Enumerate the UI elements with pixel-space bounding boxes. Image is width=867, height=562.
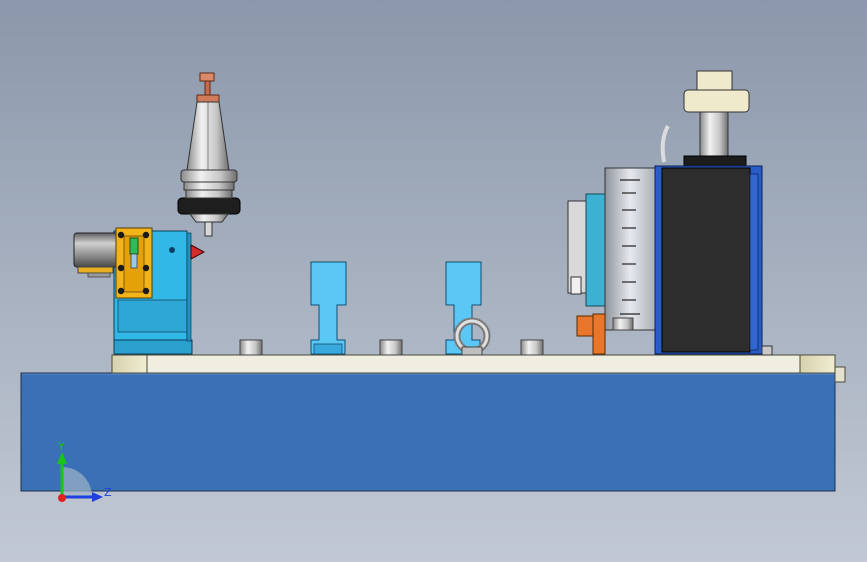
y-axis-label: Y bbox=[58, 440, 65, 453]
bolt-head bbox=[239, 339, 544, 356]
spindle-head[interactable] bbox=[660, 70, 750, 167]
cylinder[interactable] bbox=[73, 232, 119, 278]
base-plate[interactable] bbox=[20, 372, 836, 492]
clamp-plate[interactable] bbox=[115, 227, 153, 299]
locator-pin-2[interactable] bbox=[445, 261, 482, 355]
locator-pin-1[interactable] bbox=[310, 261, 347, 355]
z-axis-label: Z bbox=[104, 486, 112, 499]
x-axis-dot bbox=[58, 494, 66, 502]
rotary-table[interactable] bbox=[567, 167, 656, 355]
screw-head bbox=[169, 247, 175, 253]
orange-block[interactable] bbox=[576, 315, 594, 337]
cad-viewport[interactable]: Y Z bbox=[0, 0, 867, 562]
tool-holder[interactable] bbox=[177, 72, 241, 237]
spindle-block[interactable] bbox=[654, 165, 773, 356]
fixture-assembly-drawing[interactable] bbox=[0, 0, 867, 562]
